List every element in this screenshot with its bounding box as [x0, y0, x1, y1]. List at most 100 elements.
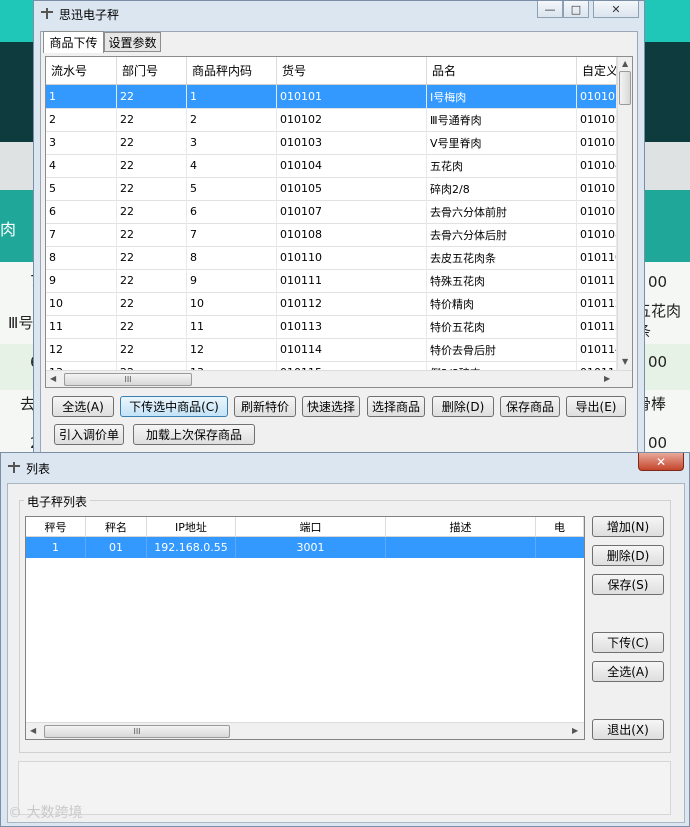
grid-row[interactable]: 4224010104五花肉010104 [46, 154, 617, 178]
maximize-button[interactable]: □ [563, 1, 589, 18]
grid-cell: 12 [187, 338, 277, 361]
scale-list-column-header[interactable]: 秤名 [86, 517, 147, 536]
grid-cell: 7 [46, 223, 117, 246]
scale-list-column-header[interactable]: 端口 [236, 517, 386, 536]
grid-row[interactable]: 102210010112特价精肉010112 [46, 292, 617, 316]
grid-cell: 010101 [277, 85, 427, 108]
grid-row[interactable]: 1221010101Ⅰ号梅肉010101 [46, 85, 617, 109]
select-goods-button[interactable]: 选择商品 [367, 396, 425, 417]
grid-cell: 010112 [577, 292, 617, 315]
scale-list-column-header[interactable]: 描述 [386, 517, 536, 536]
grid-column-header[interactable]: 货号 [277, 57, 427, 84]
grid-row[interactable]: 6226010107去骨六分体前肘010107 [46, 200, 617, 224]
background-text: 00 [648, 353, 668, 371]
grid-cell: 010104 [277, 154, 427, 177]
grid-row[interactable]: 112211010113特价五花肉010113 [46, 315, 617, 339]
grid-cell: 4 [187, 154, 277, 177]
scale-list-cell: 01 [86, 537, 147, 558]
scale-list: 秤号 秤名 IP地址 端口 描述 电 1 01 192.168.0.55 300… [25, 516, 585, 740]
grid-cell: 8 [46, 246, 117, 269]
grid-cell: 2 [46, 108, 117, 131]
grid-hscroll-thumb[interactable]: III [64, 373, 192, 386]
save-goods-button[interactable]: 保存商品 [500, 396, 560, 417]
scale-list-column-header[interactable]: IP地址 [147, 517, 236, 536]
grid-row[interactable]: 122212010114特价去骨后肘010114 [46, 338, 617, 362]
grid-cell: 22 [117, 177, 187, 200]
grid-cell: 碎肉2/8 [427, 177, 577, 200]
grid-cell: 8 [187, 246, 277, 269]
grid-cell: 10 [187, 292, 277, 315]
grid-cell: 22 [117, 292, 187, 315]
grid-row[interactable]: 7227010108去骨六分体后肘010108 [46, 223, 617, 247]
grid-vscroll-thumb[interactable] [619, 71, 631, 105]
list-window-close-button[interactable]: ✕ [638, 453, 684, 471]
grid-cell: 010107 [577, 200, 617, 223]
close-button[interactable]: ✕ [593, 1, 639, 18]
quick-select-button[interactable]: 快速选择 [302, 396, 360, 417]
scale-list-group-label: 电子秤列表 [24, 493, 91, 510]
delete-button[interactable]: 删除(D) [432, 396, 494, 417]
grid-cell: 010113 [577, 315, 617, 338]
scroll-left-icon[interactable]: ◀ [50, 374, 56, 383]
grid-row[interactable]: 5225010105碎肉2/8010105 [46, 177, 617, 201]
scale-list-column-header[interactable]: 秤号 [26, 517, 86, 536]
grid-cell: 010105 [277, 177, 427, 200]
grid-cell: 010111 [277, 269, 427, 292]
scroll-right-icon[interactable]: ▶ [604, 374, 610, 383]
scale-icon [7, 462, 21, 474]
grid-cell: 1 [46, 85, 117, 108]
download-to-scale-button[interactable]: 下传(C) [592, 632, 664, 653]
scroll-up-icon[interactable]: ▲ [622, 59, 628, 68]
tab-settings[interactable]: 设置参数 [104, 32, 161, 52]
grid-cell: 010103 [277, 131, 427, 154]
grid-cell: 22 [117, 338, 187, 361]
delete-scale-button[interactable]: 删除(D) [592, 545, 664, 566]
add-scale-button[interactable]: 增加(N) [592, 516, 664, 537]
select-all-scales-button[interactable]: 全选(A) [592, 661, 664, 682]
grid-cell: 010104 [577, 154, 617, 177]
grid-column-header[interactable]: 流水号 [46, 57, 117, 84]
grid-cell: 010105 [577, 177, 617, 200]
background-text: 00 [648, 434, 668, 452]
grid-cell: 010101 [577, 85, 617, 108]
grid-cell: 11 [187, 315, 277, 338]
grid-vertical-scrollbar[interactable]: ▲ ▼ [617, 57, 632, 370]
refresh-special-price-button[interactable]: 刷新特价 [234, 396, 296, 417]
grid-horizontal-scrollbar[interactable]: ◀ III ▶ [46, 370, 632, 387]
select-all-button[interactable]: 全选(A) [52, 396, 114, 417]
load-last-saved-button[interactable]: 加载上次保存商品 [133, 424, 255, 445]
grid-cell: 22 [117, 200, 187, 223]
grid-row[interactable]: 9229010111特殊五花肉010111 [46, 269, 617, 293]
grid-cell: 22 [117, 246, 187, 269]
import-price-list-button[interactable]: 引入调价单 [54, 424, 124, 445]
save-scale-button[interactable]: 保存(S) [592, 574, 664, 595]
grid-column-header[interactable]: 商品秤内码 [187, 57, 277, 84]
scroll-left-icon[interactable]: ◀ [30, 726, 36, 735]
tab-goods-download[interactable]: 商品下传 [43, 31, 104, 53]
scale-list-horizontal-scrollbar[interactable]: ◀ III ▶ [26, 722, 584, 739]
scroll-right-icon[interactable]: ▶ [572, 726, 578, 735]
grid-cell: 特殊五花肉 [427, 269, 577, 292]
scale-list-hscroll-thumb[interactable]: III [44, 725, 230, 738]
export-button[interactable]: 导出(E) [566, 396, 626, 417]
grid-cell: 特价五花肉 [427, 315, 577, 338]
grid-row[interactable]: 2222010102Ⅲ号通脊肉010102 [46, 108, 617, 132]
grid-column-header[interactable]: 品名 [427, 57, 577, 84]
exit-button[interactable]: 退出(X) [592, 719, 664, 740]
scale-list-column-header[interactable]: 电 [536, 517, 584, 536]
scroll-down-icon[interactable]: ▼ [622, 357, 628, 366]
scale-list-row[interactable]: 1 01 192.168.0.55 3001 [26, 537, 584, 558]
grid-row[interactable]: 3223010103Ⅴ号里脊肉010103 [46, 131, 617, 155]
grid-cell: 特价去骨后肘 [427, 338, 577, 361]
grid-cell: 22 [117, 85, 187, 108]
grid-cell: 6 [46, 200, 117, 223]
grid-cell: 3 [187, 131, 277, 154]
minimize-button[interactable]: — [537, 1, 563, 18]
main-window-title: 思迅电子秤 [59, 7, 120, 22]
grid-row[interactable]: 8228010110去皮五花肉条010110 [46, 246, 617, 270]
download-selected-button[interactable]: 下传选中商品(C) [120, 396, 228, 417]
grid-column-header[interactable]: 自定义 [577, 57, 617, 84]
grid-cell: 010114 [277, 338, 427, 361]
list-window-titlebar: 列表 [7, 458, 50, 478]
grid-column-header[interactable]: 部门号 [117, 57, 187, 84]
